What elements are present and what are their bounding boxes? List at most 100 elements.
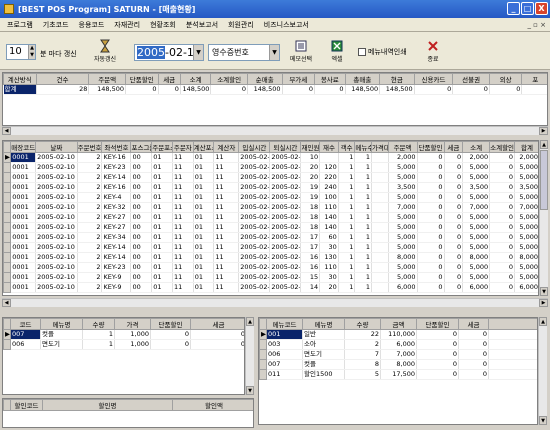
table-cell[interactable]: 2,000 (514, 152, 538, 163)
table-cell[interactable]: 0 (417, 192, 445, 203)
table-row[interactable]: 0001 2005-02-10 2 KEY-23 00 01 11 01 11 2005-02- 2… (3, 262, 538, 273)
table-cell[interactable]: 0 (489, 282, 515, 293)
column-header[interactable]: 소계할인 (489, 141, 515, 153)
table-cell[interactable]: 3,500 (514, 182, 538, 193)
table-cell[interactable]: 0 (417, 202, 445, 213)
table-cell[interactable] (521, 84, 547, 95)
table-cell[interactable]: 2005-02-10 (35, 262, 78, 273)
table-cell[interactable]: 11 (213, 252, 240, 263)
column-header[interactable]: 할인코드 (10, 399, 43, 411)
table-cell[interactable] (371, 232, 389, 243)
table-cell[interactable]: 1 (338, 262, 356, 273)
table-cell[interactable]: 0 (458, 349, 489, 360)
table-cell[interactable]: 01 (193, 232, 215, 243)
table-cell[interactable]: KEY-14 (101, 172, 132, 183)
column-header[interactable]: 할인액 (172, 399, 253, 411)
table-cell[interactable]: 0 (444, 192, 464, 203)
table-cell[interactable]: 5,000 (514, 262, 538, 273)
table-cell[interactable]: 003 (266, 339, 303, 350)
table-cell[interactable]: 합계 (3, 84, 37, 95)
table-cell[interactable]: 01 (151, 252, 173, 263)
column-header[interactable]: 수량 (82, 318, 115, 330)
table-cell[interactable]: 2005-02-10 (35, 162, 78, 173)
table-cell[interactable]: 0 (314, 84, 346, 95)
auto-refresh-button[interactable]: 자동갱신 (90, 37, 120, 67)
table-cell[interactable]: 110 (319, 202, 339, 213)
table-cell[interactable]: 00 (130, 262, 153, 273)
table-cell[interactable]: 11 (172, 272, 194, 283)
column-header[interactable]: 날짜 (35, 141, 78, 153)
table-cell[interactable]: 0001 (10, 262, 37, 273)
table-cell[interactable]: KEY-16 (101, 182, 132, 193)
table-cell[interactable]: 140 (319, 212, 339, 223)
table-cell[interactable]: 2005-02- (238, 282, 271, 293)
table-cell[interactable]: 01 (151, 182, 173, 193)
table-row[interactable]: 011 할인1500 5 17,500 0 0 (259, 369, 537, 380)
table-cell[interactable]: 007 (10, 329, 41, 340)
table-cell[interactable]: 2 (77, 242, 103, 253)
table-cell[interactable]: 148,500 (379, 84, 415, 95)
menu-status[interactable]: 현황조회 (145, 20, 181, 30)
table-row[interactable]: 0001 2005-02-10 2 KEY-4 00 01 11 01 11 2005-02- 20… (3, 192, 538, 203)
table-cell[interactable]: 5,000 (462, 212, 491, 223)
column-header[interactable]: 세금 (157, 73, 181, 85)
column-header[interactable]: 주문액 (88, 73, 126, 85)
table-cell[interactable]: 16 (300, 262, 321, 273)
table-cell[interactable]: KEY-27 (101, 212, 132, 223)
table-cell[interactable]: 11 (213, 222, 240, 233)
table-cell[interactable]: 240 (319, 182, 339, 193)
table-cell[interactable]: 1 (82, 329, 115, 340)
table-cell[interactable]: 01 (193, 262, 215, 273)
row-indicator[interactable] (3, 252, 12, 263)
table-cell[interactable]: 2,000 (462, 152, 491, 163)
table-cell[interactable]: 1 (354, 172, 372, 183)
table-cell[interactable]: 0 (282, 84, 316, 95)
table-cell[interactable]: 2 (77, 192, 103, 203)
column-header[interactable]: 가격대 (370, 141, 389, 153)
scroll-left-icon[interactable]: ◀ (2, 299, 11, 307)
column-header[interactable]: 세금 (190, 318, 244, 330)
table-cell[interactable]: 5,000 (388, 222, 418, 233)
scroll-up-icon[interactable]: ▲ (540, 140, 548, 149)
table-cell[interactable]: 0 (416, 329, 459, 340)
table-cell[interactable]: 20 (300, 162, 321, 173)
table-cell[interactable]: 0 (444, 252, 464, 263)
table-cell[interactable]: 0 (489, 242, 515, 253)
table-cell[interactable] (371, 252, 389, 263)
table-cell[interactable]: 2005-02-10 (35, 282, 78, 293)
table-cell[interactable]: 0 (158, 84, 181, 95)
table-cell[interactable]: KEY-4 (101, 192, 132, 203)
table-cell[interactable]: 6,000 (388, 282, 418, 293)
table-cell[interactable]: 2005-02- (238, 192, 271, 203)
row-indicator[interactable] (3, 162, 12, 173)
table-cell[interactable]: 3,500 (462, 182, 491, 193)
table-cell[interactable]: 01 (151, 232, 173, 243)
table-cell[interactable]: 120 (319, 162, 339, 173)
table-cell[interactable]: 011 (266, 369, 303, 380)
detail-vscroll[interactable]: ▲ ▼ (539, 140, 548, 296)
column-header[interactable]: 매장코드 (10, 141, 37, 153)
table-cell[interactable]: 5,000 (462, 242, 491, 253)
table-row[interactable]: 0001 2005-02-10 2 KEY-9 00 01 11 01 11 2005-02- 20… (3, 272, 538, 283)
table-cell[interactable]: 0 (190, 339, 244, 350)
table-cell[interactable] (371, 152, 389, 163)
table-cell[interactable]: 0 (489, 202, 515, 213)
table-cell[interactable]: 0001 (10, 192, 37, 203)
table-cell[interactable]: 15 (300, 272, 321, 283)
table-cell[interactable]: 0 (489, 252, 515, 263)
table-row[interactable]: 0001 2005-02-10 2 KEY-9 00 01 11 01 11 2005-02- 20… (3, 282, 538, 293)
row-indicator[interactable] (3, 282, 12, 293)
table-cell[interactable]: 2005-02- (269, 172, 302, 183)
table-cell[interactable]: 2005-02- (238, 162, 271, 173)
table-cell[interactable]: 0001 (10, 202, 37, 213)
table-cell[interactable]: 8,000 (388, 252, 418, 263)
table-cell[interactable]: 0 (444, 282, 464, 293)
column-header[interactable]: 좌석번호 (101, 141, 132, 153)
scroll-thumb[interactable] (540, 150, 548, 210)
column-header[interactable]: 주문자 (171, 141, 194, 153)
column-header[interactable]: 현금 (379, 73, 415, 85)
table-cell[interactable]: 01 (151, 202, 173, 213)
table-cell[interactable]: 2 (77, 172, 103, 183)
table-cell[interactable]: 11 (172, 282, 194, 293)
column-header[interactable]: 세금 (443, 141, 464, 153)
